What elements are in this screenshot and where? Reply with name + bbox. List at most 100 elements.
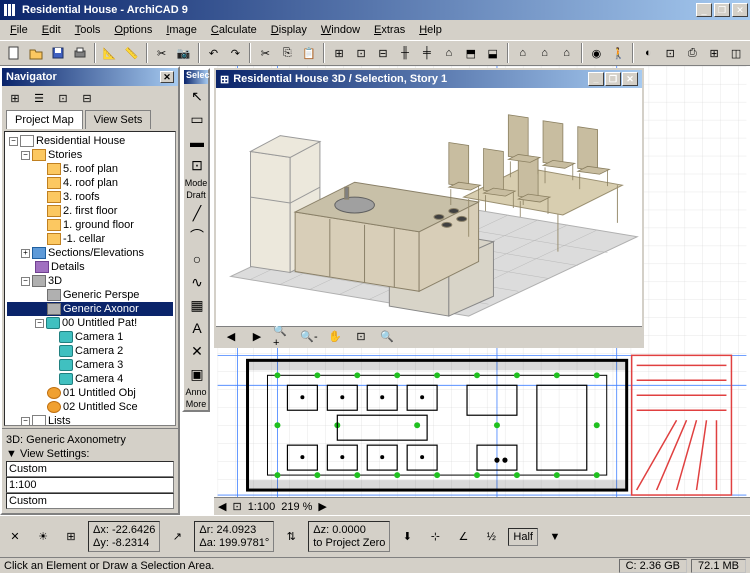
point-tool-icon[interactable]: ✕ [185, 340, 209, 362]
menu-display[interactable]: Display [265, 22, 313, 38]
fill-tool-icon[interactable]: ▦ [185, 294, 209, 316]
zoom-icon[interactable]: 🔍 [376, 326, 398, 348]
text-tool-icon[interactable]: A [185, 317, 209, 339]
maximize-button[interactable]: ❐ [714, 3, 730, 17]
snap-icon[interactable]: ⊹ [424, 526, 446, 548]
tree-details[interactable]: Details [7, 260, 173, 274]
tool-icon[interactable]: ⊡ [660, 42, 680, 64]
tool-icon[interactable]: ╫ [395, 42, 415, 64]
minimize-button[interactable]: _ [696, 3, 712, 17]
settings-icon[interactable]: ▼ [544, 526, 566, 548]
marquee-tool-icon[interactable]: ▭ [185, 108, 209, 130]
tree-camera[interactable]: Camera 1 [7, 330, 173, 344]
coord-grid-icon[interactable]: ⊞ [60, 526, 82, 548]
gravity-icon[interactable]: ⬇ [396, 526, 418, 548]
tool-icon[interactable]: ◫ [726, 42, 746, 64]
tree-story[interactable]: 4. roof plan [7, 176, 173, 190]
nav-scale-input[interactable] [6, 477, 174, 493]
close-button[interactable]: ✕ [732, 3, 748, 17]
tree-stories[interactable]: −Stories [7, 148, 173, 162]
tree-camera[interactable]: Camera 2 [7, 344, 173, 358]
tab-project-map[interactable]: Project Map [6, 110, 83, 129]
pan-icon[interactable]: ✋ [324, 326, 346, 348]
image-tool-icon[interactable]: ▣ [185, 363, 209, 385]
nav-custom-input-2[interactable] [6, 493, 174, 509]
paste-icon[interactable]: 📋 [299, 42, 319, 64]
tree-path[interactable]: −00 Untitled Pat! [7, 316, 173, 330]
dimension-icon[interactable]: 📏 [122, 42, 142, 64]
copy-icon[interactable]: ⎘ [277, 42, 297, 64]
menu-edit[interactable]: Edit [36, 22, 67, 38]
tool-icon[interactable]: ⊞ [329, 42, 349, 64]
tree-camera[interactable]: Camera 3 [7, 358, 173, 372]
menu-tools[interactable]: Tools [69, 22, 107, 38]
project-tree[interactable]: −Residential House −Stories 5. roof plan… [4, 131, 176, 426]
tool-icon[interactable]: ⌂ [439, 42, 459, 64]
line-tool-icon[interactable]: ╱ [185, 202, 209, 224]
tree-object[interactable]: 01 Untitled Obj [7, 386, 173, 400]
plot-icon[interactable]: 📐 [100, 42, 120, 64]
3d-canvas[interactable] [216, 88, 642, 326]
tool-icon[interactable]: ⬓ [483, 42, 503, 64]
tab-view-sets[interactable]: View Sets [85, 110, 152, 129]
tool-icon[interactable]: ⌂ [535, 42, 555, 64]
nav-tool-icon[interactable]: ⊟ [76, 87, 98, 109]
zoom-out-icon[interactable]: 🔍- [298, 326, 320, 348]
zoom-in-icon[interactable]: ▶ [318, 500, 326, 513]
menu-help[interactable]: Help [413, 22, 448, 38]
nav-custom-input[interactable] [6, 461, 174, 477]
fit-icon[interactable]: ⊡ [350, 326, 372, 348]
plan-scale[interactable]: 1:100 [248, 501, 276, 513]
nav-tool-icon[interactable]: ☰ [28, 87, 50, 109]
tree-3d-item-selected[interactable]: Generic Axonor [7, 302, 173, 316]
print-icon[interactable] [70, 42, 90, 64]
tree-scene[interactable]: 02 Untitled Sce [7, 400, 173, 414]
menu-image[interactable]: Image [160, 22, 203, 38]
nav-back-icon[interactable]: ◀ [220, 326, 242, 348]
tool-icon[interactable]: ◉ [587, 42, 607, 64]
wall-tool-icon[interactable]: ▬ [185, 131, 209, 153]
tree-story[interactable]: 2. first floor [7, 204, 173, 218]
cut-icon[interactable]: ✂ [152, 42, 172, 64]
tool-icon[interactable]: ⌂ [513, 42, 533, 64]
tool-icon[interactable]: ⊟ [373, 42, 393, 64]
tree-story[interactable]: 5. roof plan [7, 162, 173, 176]
tree-story[interactable]: 3. roofs [7, 190, 173, 204]
camera-icon[interactable]: 📷 [174, 42, 194, 64]
tree-3d-item[interactable]: Generic Perspe [7, 288, 173, 302]
tree-story[interactable]: 1. ground floor [7, 218, 173, 232]
coord-mode-icon[interactable]: ✕ [4, 526, 26, 548]
arc-tool-icon[interactable]: ⌒ [185, 225, 209, 247]
nav-tool-icon[interactable]: ⊡ [52, 87, 74, 109]
z-icon[interactable]: ⇅ [280, 526, 302, 548]
column-tool-icon[interactable]: ⊡ [185, 154, 209, 176]
nav-fwd-icon[interactable]: ▶ [246, 326, 268, 348]
navigator-title-bar[interactable]: Navigator ✕ [2, 68, 178, 86]
tree-lists[interactable]: −Lists [7, 414, 173, 426]
half-icon[interactable]: ½ [480, 526, 502, 548]
nav-tool-icon[interactable]: ⊞ [4, 87, 26, 109]
menu-file[interactable]: File [4, 22, 34, 38]
menu-options[interactable]: Options [108, 22, 158, 38]
tool-icon[interactable]: ⬒ [461, 42, 481, 64]
cut-icon[interactable]: ✂ [255, 42, 275, 64]
zoom-in-icon[interactable]: 🔍+ [272, 326, 294, 348]
tool-icon[interactable]: ◐ [638, 42, 658, 64]
menu-window[interactable]: Window [315, 22, 366, 38]
tree-root[interactable]: −Residential House [7, 134, 173, 148]
3d-minimize-button[interactable]: _ [588, 72, 604, 86]
tool-icon[interactable]: ⌂ [557, 42, 577, 64]
new-icon[interactable] [4, 42, 24, 64]
3d-view-window[interactable]: ⊞ Residential House 3D / Selection, Stor… [214, 68, 644, 348]
menu-calculate[interactable]: Calculate [205, 22, 263, 38]
arrow-tool-icon[interactable]: ↖ [185, 85, 209, 107]
circle-tool-icon[interactable]: ○ [185, 248, 209, 270]
tool-icon[interactable]: ⊞ [704, 42, 724, 64]
tool-icon[interactable]: ╪ [417, 42, 437, 64]
tree-camera[interactable]: Camera 4 [7, 372, 173, 386]
3d-maximize-button[interactable]: ❐ [605, 72, 621, 86]
zoom-fit-icon[interactable]: ⊡ [232, 500, 241, 513]
spline-tool-icon[interactable]: ∿ [185, 271, 209, 293]
3d-view-title-bar[interactable]: ⊞ Residential House 3D / Selection, Stor… [216, 70, 642, 88]
menu-extras[interactable]: Extras [368, 22, 411, 38]
